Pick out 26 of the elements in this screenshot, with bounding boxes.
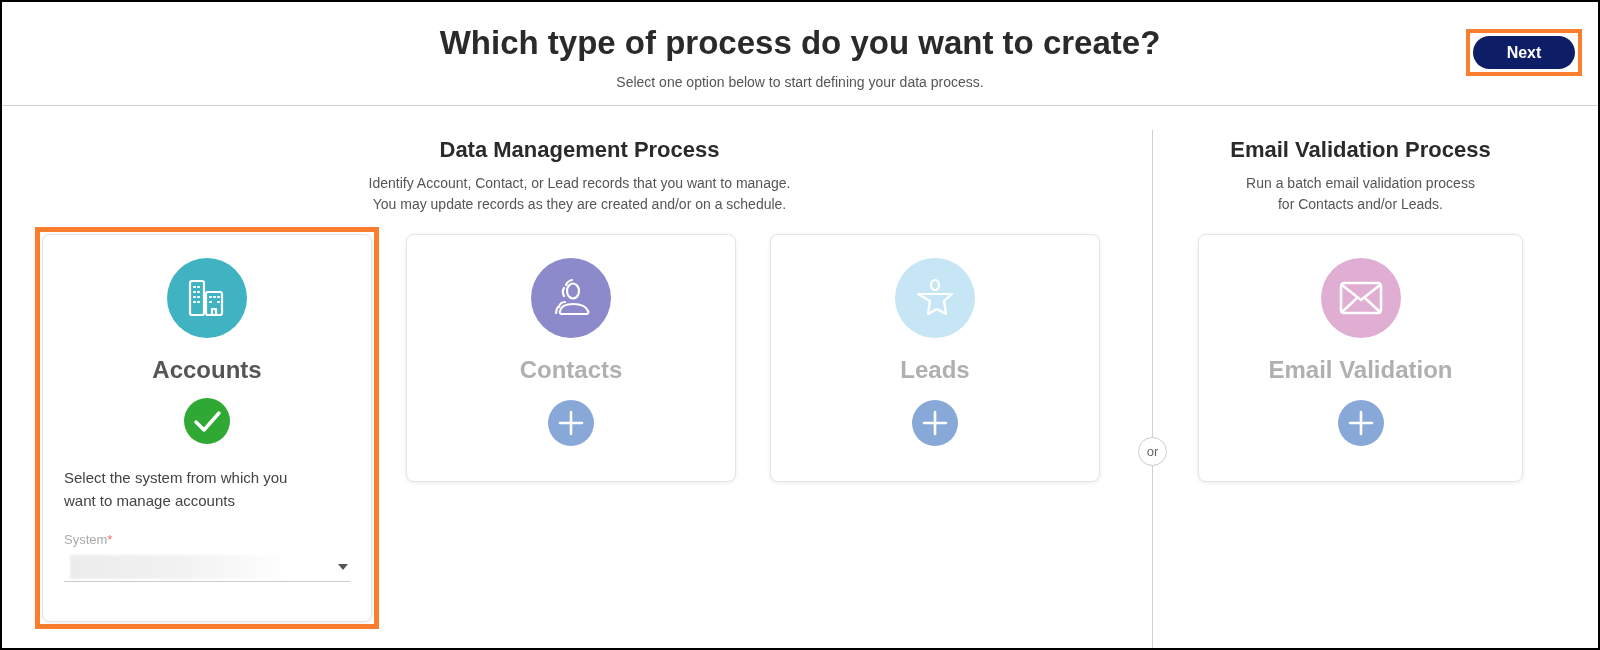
section-description: Run a batch email validation process for Contacts and/or Leads.	[1246, 174, 1475, 214]
required-mark: *	[107, 531, 113, 549]
card-title: Email Validation	[1268, 355, 1453, 385]
or-separator: or	[1138, 437, 1167, 466]
caret-icon	[338, 564, 348, 570]
card-title: Leads	[900, 355, 970, 385]
check-icon	[184, 398, 230, 444]
card-title: Accounts	[152, 355, 262, 385]
section-description: Identify Account, Contact, or Lead records that you want to manage. You may update records as they are created and/or on a schedule.	[368, 174, 791, 214]
option-card[interactable]: Contacts	[406, 234, 736, 482]
field-label: System	[64, 531, 108, 549]
page-subtitle: Select one option below to start defining your data process.	[616, 72, 984, 92]
option-card[interactable]: Leads	[770, 234, 1100, 482]
envelope-icon	[1338, 281, 1383, 315]
add-icon[interactable]	[1337, 400, 1384, 446]
add-icon[interactable]	[548, 400, 594, 446]
add-icon[interactable]	[912, 400, 958, 446]
card-title: Contacts	[519, 355, 623, 385]
section-title: Data Management Process	[439, 136, 720, 164]
option-card[interactable]: Accounts Select the system from which you want to manage accounts System*	[42, 234, 372, 622]
system-dropdown[interactable]	[64, 553, 350, 582]
system-prompt: Select the system from which you want to manage accounts	[63, 468, 289, 511]
section-title: Email Validation Process	[1230, 136, 1491, 164]
page-title: Which type of process do you want to create?	[439, 23, 1161, 63]
next-button[interactable]: Next	[1473, 36, 1575, 69]
option-card[interactable]: Email Validation	[1198, 234, 1523, 482]
